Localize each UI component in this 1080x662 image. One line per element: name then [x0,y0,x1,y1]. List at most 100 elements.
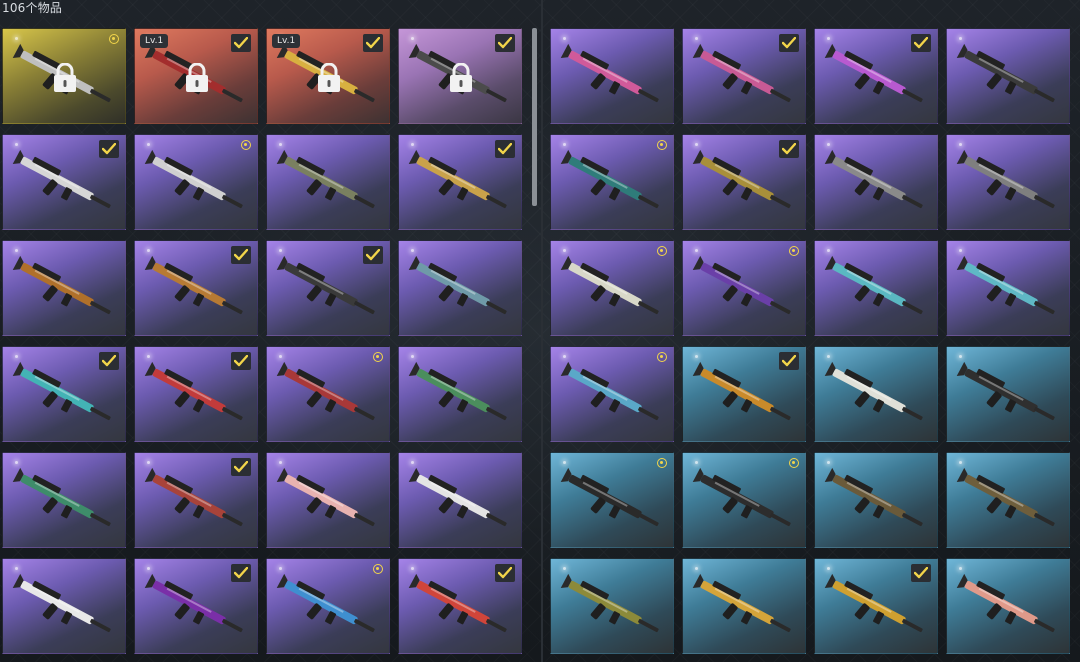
inventory-item-card[interactable] [946,240,1070,336]
weapon-image [821,573,933,645]
weapon-image [557,467,669,539]
tommy-black-icon [560,467,659,527]
selected-check-icon[interactable] [99,352,119,370]
selected-check-icon[interactable] [495,34,515,52]
inventory-item-card[interactable] [682,28,806,124]
weapon-image [689,467,801,539]
inventory-item-card[interactable] [266,346,390,442]
inventory-item-card[interactable] [550,240,674,336]
inventory-item-card[interactable] [398,558,522,654]
inventory-item-card[interactable] [946,558,1070,654]
smg-pink-icon [692,43,791,103]
inventory-item-card[interactable] [550,452,674,548]
inventory-item-card[interactable] [682,558,806,654]
weapon-image [9,149,121,221]
inventory-item-card[interactable] [550,346,674,442]
weapon-image [953,467,1065,539]
inventory-item-card[interactable] [682,134,806,230]
selected-check-icon[interactable] [363,34,383,52]
selected-check-icon[interactable] [231,34,251,52]
inventory-item-card[interactable] [398,134,522,230]
weapon-image [953,361,1065,433]
sparkle-icon [411,143,414,146]
inventory-item-card[interactable] [814,240,938,336]
scrollbar-thumb[interactable] [532,28,537,206]
inventory-item-card[interactable] [2,28,126,124]
inventory-item-card[interactable] [134,134,258,230]
weapon-image [557,573,669,645]
sparkle-icon [827,355,830,358]
inventory-item-card[interactable] [682,240,806,336]
inventory-item-card[interactable] [814,346,938,442]
selected-check-icon[interactable] [779,352,799,370]
inventory-item-card[interactable] [2,240,126,336]
kar98-wood-icon [144,255,243,315]
inventory-item-card[interactable] [2,558,126,654]
selected-check-icon[interactable] [231,246,251,264]
inventory-item-card[interactable] [2,346,126,442]
inventory-item-card[interactable] [398,240,522,336]
weapon-image [953,255,1065,327]
selected-check-icon[interactable] [231,352,251,370]
selected-check-icon[interactable] [911,34,931,52]
selected-check-icon[interactable] [363,246,383,264]
vector-white-icon [560,255,659,315]
inventory-item-card[interactable] [814,28,938,124]
inventory-item-card[interactable]: Lv.1 [134,28,258,124]
selected-check-icon[interactable] [911,564,931,582]
famas-gold-icon [692,149,791,209]
selected-check-icon[interactable] [495,140,515,158]
weapon-image [821,43,933,115]
sawedoff-gold-icon [692,361,791,421]
weapon-image [405,149,517,221]
inventory-item-card[interactable] [2,452,126,548]
weapon-image [405,467,517,539]
inventory-item-card[interactable] [2,134,126,230]
inventory-item-card[interactable] [266,558,390,654]
inventory-item-card[interactable] [266,134,390,230]
smg-chrome-icon [824,149,923,209]
inventory-item-card[interactable] [134,346,258,442]
inventory-item-card[interactable] [814,558,938,654]
weapon-image [557,149,669,221]
inventory-item-card[interactable] [946,452,1070,548]
sparkle-icon [563,143,566,146]
weapon-image [953,43,1065,115]
groza-gold-icon [408,149,507,209]
selected-check-icon[interactable] [99,140,119,158]
m416-green-icon [408,361,507,421]
inventory-item-card[interactable] [946,134,1070,230]
sparkle-icon [411,355,414,358]
sparkle-icon [147,355,150,358]
inventory-item-card[interactable]: Lv.1 [266,28,390,124]
selected-check-icon[interactable] [779,34,799,52]
inventory-item-card[interactable] [398,28,522,124]
inventory-item-card[interactable] [946,346,1070,442]
inventory-item-card[interactable] [266,452,390,548]
inventory-item-card[interactable] [946,28,1070,124]
sparkle-icon [959,249,962,252]
ar-pinkstripe-icon [824,43,923,103]
sparkle-icon [695,355,698,358]
selected-check-icon[interactable] [779,140,799,158]
s686-white-icon [824,361,923,421]
inventory-item-card[interactable] [550,134,674,230]
inventory-item-card[interactable] [550,28,674,124]
selected-check-icon[interactable] [231,564,251,582]
level-badge: Lv.1 [272,34,301,48]
inventory-item-card[interactable] [550,558,674,654]
inventory-item-card[interactable] [134,452,258,548]
inventory-item-card[interactable] [266,240,390,336]
selected-check-icon[interactable] [495,564,515,582]
inventory-item-card[interactable] [682,452,806,548]
smg-pink-icon [560,43,659,103]
selected-check-icon[interactable] [231,458,251,476]
smg-chrome-icon [956,149,1055,209]
inventory-item-card[interactable] [134,240,258,336]
inventory-item-card[interactable] [398,346,522,442]
inventory-item-card[interactable] [814,452,938,548]
inventory-item-card[interactable] [134,558,258,654]
inventory-item-card[interactable] [398,452,522,548]
inventory-item-card[interactable] [682,346,806,442]
inventory-item-card[interactable] [814,134,938,230]
